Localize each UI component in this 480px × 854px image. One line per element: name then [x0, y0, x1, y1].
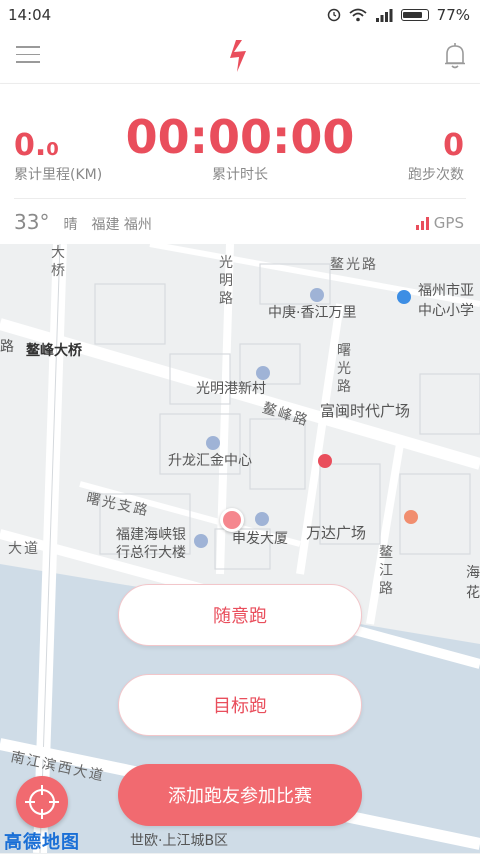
- map-label-school-2: 中心小学: [418, 303, 474, 319]
- status-time: 14:04: [8, 6, 52, 24]
- alarm-icon: [327, 8, 340, 22]
- location-text: 福建 福州: [91, 217, 152, 233]
- map-label-guangminggang: 光明港新村: [196, 381, 266, 397]
- duration-value: 00:00:00: [125, 110, 355, 164]
- signal-icon: [375, 9, 393, 22]
- free-run-button[interactable]: 随意跑: [118, 584, 362, 646]
- stats-panel: 0.0 累计里程(KM) 00:00:00 累计时长 0 跑步次数 33° 晴 …: [0, 84, 480, 244]
- gps-status: GPS: [415, 214, 464, 232]
- map-provider-logo: 高德地图: [4, 832, 80, 853]
- poi-marker[interactable]: [194, 534, 208, 548]
- battery-icon: [400, 9, 429, 21]
- app-logo-icon: [230, 40, 246, 72]
- map-label-fumin: 富闽时代广场: [320, 402, 411, 420]
- map-view[interactable]: 鳌光路 福州市亚 中心小学 中庚·香江万里 鳌峰大桥 路 光明港新村 鳌峰路 富…: [0, 244, 480, 853]
- current-location-marker: [220, 508, 244, 532]
- map-label-road-left: 路: [0, 339, 14, 355]
- map-label-school: 福州市亚: [418, 283, 474, 299]
- map-label-bridge: 大桥: [51, 245, 65, 279]
- map-label-zhonggeng: 中庚·香江万里: [268, 305, 357, 321]
- locate-button[interactable]: [16, 776, 68, 828]
- weather-info: 33° 晴 福建 福州: [14, 210, 152, 234]
- status-icons: 77%: [327, 6, 470, 24]
- map-label-shenfa: 申发大厦: [232, 531, 288, 547]
- run-count-label: 跑步次数: [408, 167, 464, 183]
- run-count-value: 0: [443, 128, 464, 163]
- poi-marker[interactable]: [318, 454, 332, 468]
- temperature: 33°: [14, 210, 50, 234]
- wifi-icon: [349, 8, 367, 22]
- poi-marker[interactable]: [310, 288, 324, 302]
- poi-marker[interactable]: [206, 436, 220, 450]
- join-race-button[interactable]: 添加跑友参加比赛: [118, 764, 362, 826]
- map-label-aojiang-road: 鳌江路: [379, 545, 393, 597]
- poi-marker[interactable]: [255, 512, 269, 526]
- gps-label: GPS: [433, 214, 464, 232]
- crosshair-icon: [25, 785, 59, 819]
- menu-icon[interactable]: [16, 46, 40, 64]
- map-label-shiou: 世欧·上江城B区: [130, 833, 229, 849]
- battery-level: 77%: [436, 6, 470, 24]
- map-label-bank-2: 行总行大楼: [116, 545, 186, 561]
- goal-run-button[interactable]: 目标跑: [118, 674, 362, 736]
- map-label-dadao: 大道: [8, 541, 40, 557]
- poi-marker[interactable]: [397, 290, 411, 304]
- weather-condition: 晴: [63, 217, 78, 233]
- map-label-right-edge-2: 花: [466, 585, 480, 601]
- map-label-aofeng-bridge: 鳌峰大桥: [26, 343, 82, 359]
- divider: [14, 198, 466, 199]
- map-label-right-edge-1: 海: [466, 565, 480, 581]
- map-label-shuguang-road: 曙光路: [337, 343, 351, 395]
- gps-signal-icon: [415, 216, 429, 230]
- poi-marker[interactable]: [404, 510, 418, 524]
- map-label-aoguang-road: 鳌光路: [330, 257, 378, 273]
- status-bar: 14:04 77%: [0, 0, 480, 30]
- map-label-wanda: 万达广场: [306, 524, 367, 542]
- app-header: [0, 30, 480, 84]
- map-label-shenglong: 升龙汇金中心: [168, 453, 252, 469]
- map-label-guangming-road: 光明路: [219, 255, 233, 307]
- map-label-bank-1: 福建海峡银: [116, 527, 186, 543]
- bell-icon[interactable]: [442, 42, 468, 70]
